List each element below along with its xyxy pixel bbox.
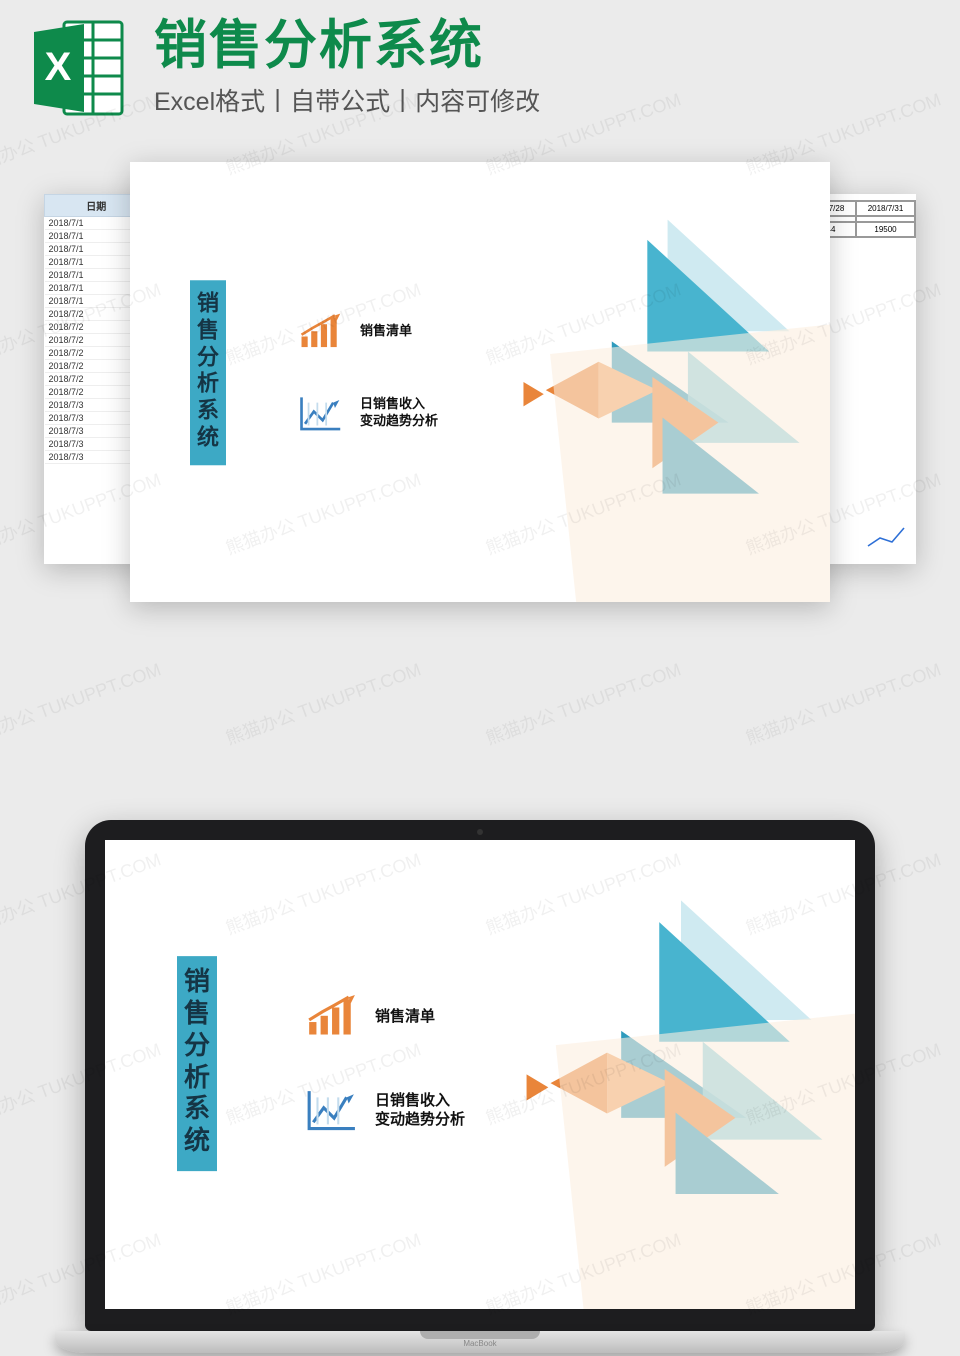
svg-text:X: X [45, 45, 72, 89]
vertical-title-char: 系 [184, 1093, 210, 1125]
vertical-title-char: 销 [184, 967, 210, 999]
excel-icon: X [28, 18, 128, 118]
header: X 销售分析系统 Excel格式丨自带公式丨内容可修改 [0, 0, 960, 132]
vertical-title: 销售分析系统 [190, 280, 226, 465]
nav-links: 销售清单 日销售收入变动趋势分析 [298, 311, 438, 433]
vertical-title-char: 统 [197, 424, 219, 451]
vertical-title: 销售分析系统 [177, 957, 217, 1171]
vertical-title-char: 销 [197, 290, 219, 317]
triangle-decor [420, 840, 855, 1309]
laptop-label: MacBook [463, 1339, 496, 1348]
vertical-title-char: 析 [197, 371, 219, 398]
vertical-title-char: 分 [184, 1030, 210, 1062]
page-subtitle: Excel格式丨自带公式丨内容可修改 [154, 82, 932, 118]
line-chart-icon [298, 393, 342, 433]
link-sales-list[interactable]: 销售清单 [298, 311, 438, 351]
link-daily-trend[interactable]: 日销售收入变动趋势分析 [298, 393, 438, 433]
watermark-text: 熊猫办公 TUKUPPT.COM [482, 656, 684, 751]
vertical-title-char: 统 [184, 1125, 210, 1157]
preview-stage: 日期 编 2018/7/1B-02018/7/1D-02018/7/1C-020… [0, 160, 960, 640]
vertical-title-char: 系 [197, 398, 219, 425]
vertical-title-char: 析 [184, 1062, 210, 1094]
page-title: 销售分析系统 [154, 18, 932, 74]
sparkline-icon [866, 526, 906, 548]
watermark-text: 熊猫办公 TUKUPPT.COM [0, 656, 164, 751]
mini-val-2: 19500 [856, 222, 915, 237]
line-chart-icon [305, 1087, 357, 1133]
growth-chart-icon [298, 311, 342, 351]
growth-chart-icon [305, 993, 357, 1039]
camera-icon [477, 829, 483, 835]
laptop-mockup: 销售分析系统 销售清单 日销售收入变动趋势分析 [0, 820, 960, 1353]
mini-head-2: 2018/7/31 [856, 201, 915, 216]
vertical-title-char: 分 [197, 344, 219, 371]
triangle-decor [424, 162, 830, 602]
sheet-preview-main: 销售分析系统 销售清单 日销售收入变动趋势分析 [130, 162, 830, 602]
watermark-text: 熊猫办公 TUKUPPT.COM [222, 656, 424, 751]
vertical-title-char: 售 [197, 317, 219, 344]
link-text: 销售清单 [360, 323, 412, 340]
title-block: 销售分析系统 Excel格式丨自带公式丨内容可修改 [154, 18, 932, 118]
watermark-text: 熊猫办公 TUKUPPT.COM [742, 656, 944, 751]
vertical-title-char: 售 [184, 998, 210, 1030]
